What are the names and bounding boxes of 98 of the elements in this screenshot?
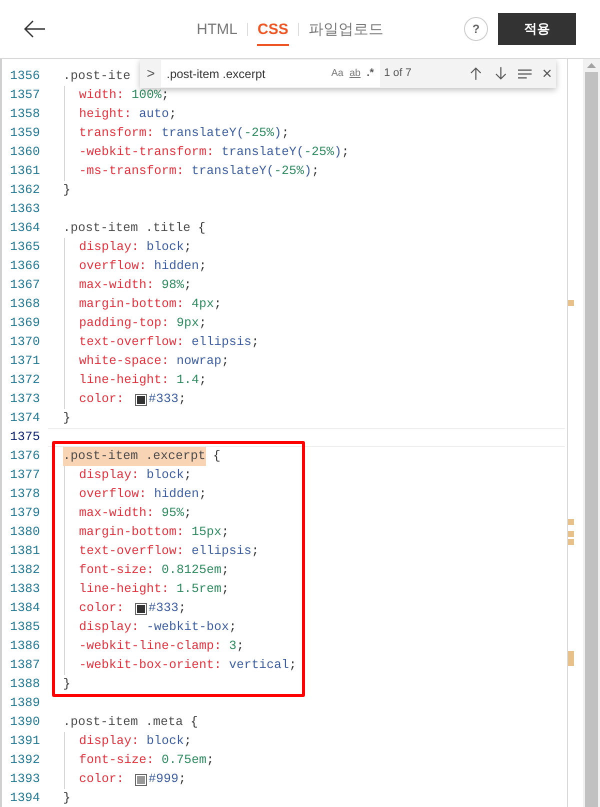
line-number: 1372	[8, 372, 41, 389]
code-line: -webkit-transform: translateY(-25%);	[79, 144, 350, 161]
code-line: }	[63, 410, 71, 427]
line-number: 1367	[8, 277, 41, 294]
help-button[interactable]: ?	[464, 17, 488, 41]
line-number: 1385	[8, 619, 41, 636]
code-line: margin-bottom: 4px;	[79, 296, 222, 313]
match-marker	[568, 531, 574, 537]
code-line: }	[63, 676, 71, 693]
code-line: .post-item .title {	[63, 220, 206, 237]
line-number: 1379	[8, 505, 41, 522]
previous-match-icon[interactable]	[470, 67, 482, 80]
code-line: color: #333;	[79, 391, 186, 408]
code-line: }	[63, 790, 71, 807]
code-line: font-size: 0.75em;	[79, 752, 214, 769]
code-line: .post-item .meta {	[63, 714, 198, 731]
tab[interactable]: 파일업로드	[308, 12, 384, 46]
line-number: 1366	[8, 258, 41, 275]
regex-toggle[interactable]: .*	[366, 65, 374, 82]
code-line: display: block;	[79, 733, 192, 750]
match-marker	[568, 651, 574, 666]
code-line: display: block;	[79, 239, 192, 256]
tab[interactable]: CSS	[256, 12, 290, 46]
next-match-icon[interactable]	[494, 67, 506, 80]
code-line: color: #999;	[79, 771, 186, 788]
line-number: 1368	[8, 296, 41, 313]
code-line: max-width: 98%;	[79, 277, 192, 294]
code-line: }	[63, 182, 71, 199]
match-marker	[568, 539, 574, 545]
line-number: 1391	[8, 733, 41, 750]
line-number: 1370	[8, 334, 41, 351]
tab[interactable]: HTML	[196, 12, 238, 46]
apply-button[interactable]: 적용	[498, 13, 576, 45]
scrollbar-thumb[interactable]	[585, 72, 598, 807]
whole-word-toggle[interactable]: ab	[349, 66, 361, 81]
line-number: 1386	[8, 638, 41, 655]
match-marker	[568, 300, 574, 306]
line-number: 1382	[8, 562, 41, 579]
line-number: 1359	[8, 125, 41, 142]
code-line: display: block;	[79, 467, 192, 484]
line-number: 1358	[8, 106, 41, 123]
match-case-toggle[interactable]: Aa	[331, 66, 344, 81]
line-number: 1361	[8, 163, 41, 180]
line-number: 1373	[8, 391, 41, 408]
line-number: 1381	[8, 543, 41, 560]
code-line: font-size: 0.8125em;	[79, 562, 230, 579]
code-line: overflow: hidden;	[79, 258, 207, 275]
line-number: 1374	[8, 410, 41, 427]
line-number: 1378	[8, 486, 41, 503]
lines-icon[interactable]	[518, 68, 532, 78]
line-number: 1383	[8, 581, 41, 598]
expand-toggle[interactable]: >	[144, 63, 158, 84]
code-line: .post-ite	[63, 68, 131, 85]
code-line: color: #333;	[79, 600, 186, 617]
line-number: 1371	[8, 353, 41, 370]
line-number: 1390	[8, 714, 41, 731]
code-line: line-height: 1.4;	[79, 372, 207, 389]
line-number: 1376	[8, 448, 41, 465]
line-number: 1392	[8, 752, 41, 769]
close-button[interactable]: ×	[542, 65, 552, 82]
back-arrow-icon[interactable]	[24, 20, 46, 38]
code-line: white-space: nowrap;	[79, 353, 230, 370]
code-line: padding-top: 9px;	[79, 315, 207, 332]
line-number: 1364	[8, 220, 41, 237]
match-marker	[568, 519, 574, 525]
line-number: 1384	[8, 600, 41, 617]
line-number: 1357	[8, 87, 41, 104]
code-line: height: auto;	[79, 106, 177, 123]
line-number: 1387	[8, 657, 41, 674]
code-line: text-overflow: ellipsis;	[79, 543, 260, 560]
line-number: 1393	[8, 771, 41, 788]
line-number: 1389	[8, 695, 41, 712]
line-number: 1360	[8, 144, 41, 161]
line-number: 1388	[8, 676, 41, 693]
scrollbar[interactable]	[583, 59, 600, 807]
code-line: -webkit-line-clamp: 3;	[79, 638, 244, 655]
line-number: 1377	[8, 467, 41, 484]
code-line: -webkit-box-orient: vertical;	[79, 657, 297, 674]
code-line: .post-item .excerpt {	[63, 447, 221, 466]
line-number: 1369	[8, 315, 41, 332]
match-count: 1 of 7	[384, 66, 412, 82]
line-number: 1394	[8, 790, 41, 807]
code-line: -ms-transform: translateY(-25%);	[79, 163, 320, 180]
line-number: 1380	[8, 524, 41, 541]
line-number: 1362	[8, 182, 41, 199]
line-number: 1375	[8, 429, 41, 446]
code-line: max-width: 95%;	[79, 505, 192, 522]
code-line: display: -webkit-box;	[79, 619, 237, 636]
line-number: 1363	[8, 201, 41, 218]
code-line: line-height: 1.5rem;	[79, 581, 230, 598]
code-line: overflow: hidden;	[79, 486, 207, 503]
find-input[interactable]: .post-item .excerpt Aa ab .*	[160, 60, 380, 87]
line-number: 1365	[8, 239, 41, 256]
code-line: text-overflow: ellipsis;	[79, 334, 260, 351]
code-line: transform: translateY(-25%);	[79, 125, 290, 142]
line-number: 1356	[8, 68, 41, 85]
code-line: width: 100%;	[79, 87, 170, 104]
code-line: margin-bottom: 15px;	[79, 524, 230, 541]
